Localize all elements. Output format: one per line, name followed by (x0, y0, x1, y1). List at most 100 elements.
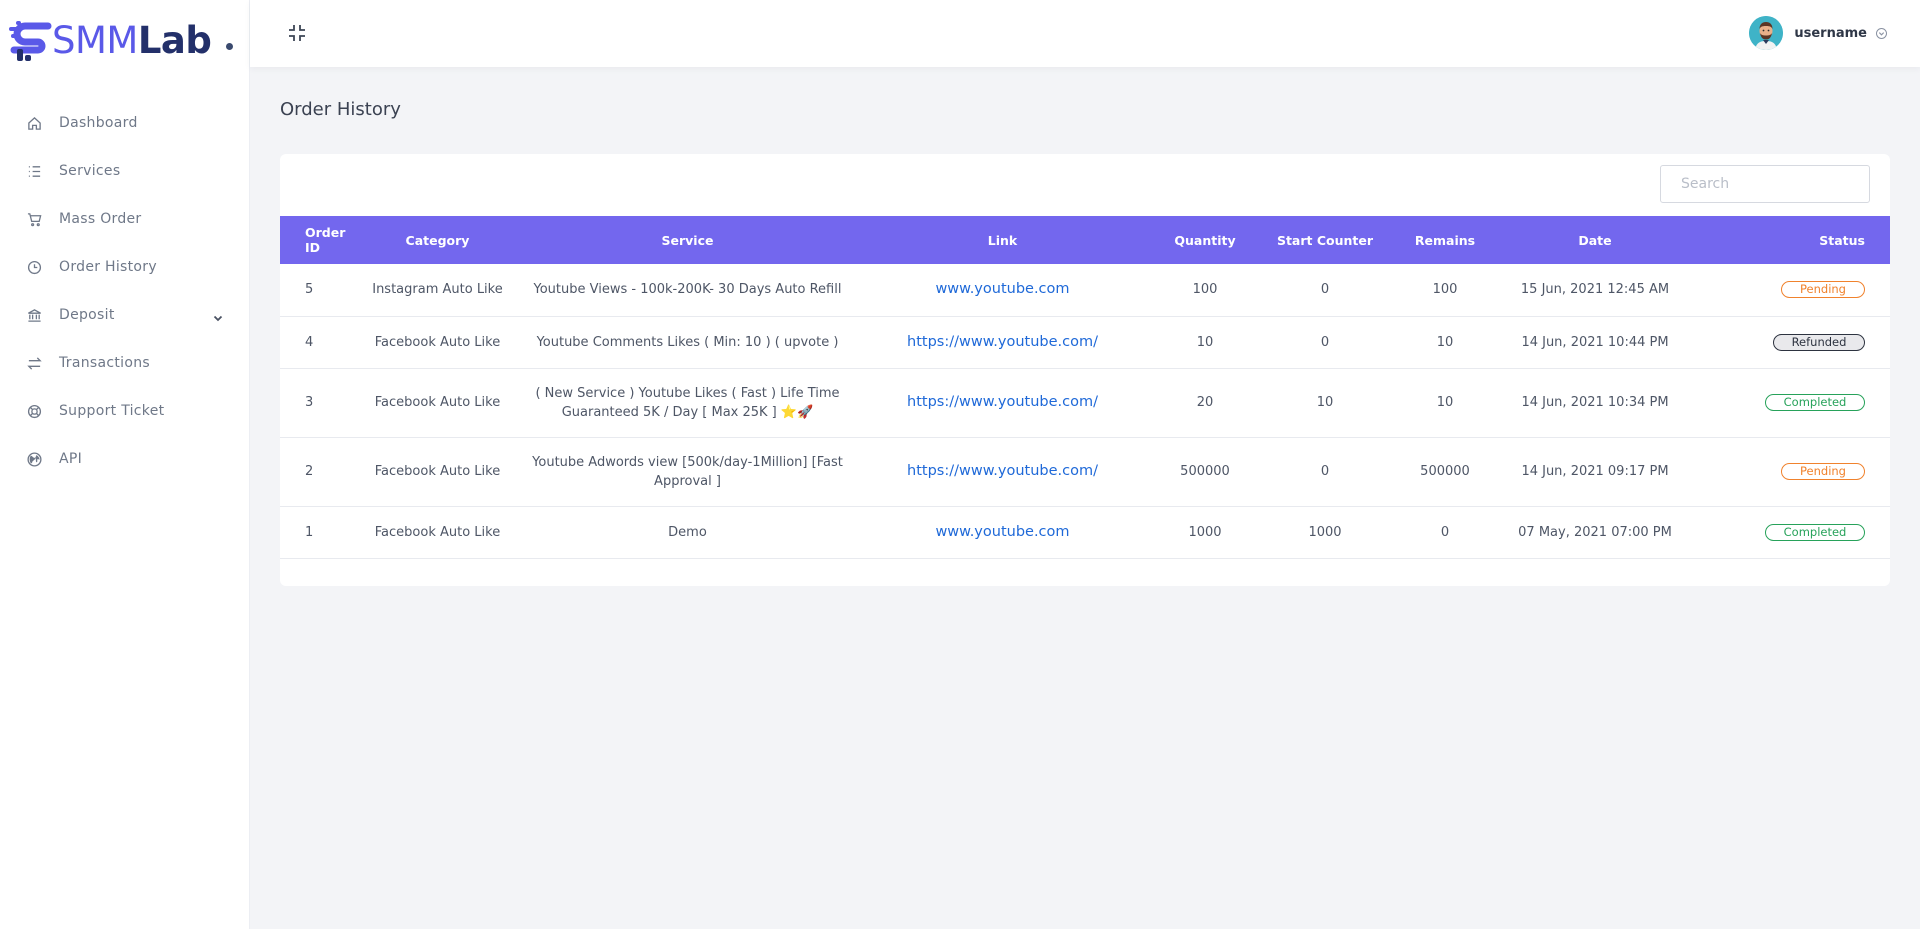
order-remains: 10 (1385, 368, 1505, 438)
status-badge: Completed (1765, 523, 1865, 541)
avatar (1749, 16, 1784, 50)
topbar: username (250, 0, 1920, 67)
order-quantity: 10 (1145, 316, 1265, 369)
order-category: Instagram Auto Like (360, 264, 515, 317)
exchange-icon (26, 355, 42, 371)
order-id: 1 (280, 506, 360, 559)
order-service: ( New Service ) Youtube Likes ( Fast ) L… (515, 368, 860, 438)
lifebuoy-icon (26, 403, 42, 419)
sidebar-item-mass-order[interactable]: Mass Order (0, 195, 249, 243)
order-start-counter: 10 (1265, 368, 1385, 438)
order-link[interactable]: www.youtube.com (935, 524, 1069, 540)
order-category: Facebook Auto Like (360, 437, 515, 507)
column-header[interactable]: Category (360, 216, 515, 264)
search-input[interactable] (1660, 165, 1870, 203)
order-link[interactable]: https://www.youtube.com/ (907, 334, 1098, 350)
logo-lab: Lab (137, 18, 212, 62)
orders-table: Order ID Category Service Link Quantity … (280, 216, 1890, 559)
sidebar-item-services[interactable]: Services (0, 147, 249, 195)
globe-icon (26, 451, 42, 467)
column-header[interactable]: Link (860, 216, 1145, 264)
table-row: 1 Facebook Auto Like Demo www.youtube.co… (280, 506, 1890, 559)
order-status-cell: Completed (1685, 506, 1890, 559)
order-status-cell: Refunded (1685, 316, 1890, 369)
collapse-icon[interactable] (286, 22, 308, 44)
order-date: 07 May, 2021 07:00 PM (1505, 506, 1685, 559)
order-status-cell: Pending (1685, 264, 1890, 317)
status-badge: Pending (1781, 463, 1865, 480)
order-remains: 0 (1385, 506, 1505, 559)
status-badge: Pending (1781, 281, 1865, 299)
column-header[interactable]: Quantity (1145, 216, 1265, 264)
sidebar-item-deposit[interactable]: Deposit (0, 291, 249, 339)
table-row: 4 Facebook Auto Like Youtube Comments Li… (280, 316, 1890, 369)
order-category: Facebook Auto Like (360, 368, 515, 438)
status-badge: Completed (1765, 394, 1865, 411)
column-header[interactable]: Status (1685, 216, 1890, 264)
order-quantity: 100 (1145, 264, 1265, 317)
sidebar-item-label: Support Ticket (59, 403, 165, 419)
sidebar-item-transactions[interactable]: Transactions (0, 339, 249, 387)
column-header[interactable]: Remains (1385, 216, 1505, 264)
order-category: Facebook Auto Like (360, 506, 515, 559)
user-menu[interactable]: username (1749, 16, 1887, 50)
sidebar-item-api[interactable]: API (0, 435, 249, 483)
order-start-counter: 0 (1265, 264, 1385, 317)
order-id: 5 (280, 264, 360, 317)
order-service: Youtube Adwords view [500k/day-1Million]… (515, 437, 860, 507)
orders-card: Order ID Category Service Link Quantity … (280, 154, 1890, 586)
sidebar-item-label: Mass Order (59, 211, 142, 227)
status-badge: Refunded (1773, 333, 1865, 351)
sidebar-item-label: Services (59, 163, 121, 179)
order-remains: 500000 (1385, 437, 1505, 507)
column-header[interactable]: Start Counter (1265, 216, 1385, 264)
chevron-down-icon (1876, 27, 1887, 39)
sidebar-item-label: Order History (59, 259, 157, 275)
chevron-down-icon[interactable] (213, 308, 223, 327)
order-start-counter: 0 (1265, 316, 1385, 369)
order-link[interactable]: www.youtube.com (935, 281, 1069, 297)
username: username (1794, 25, 1867, 41)
logo-smm: SMM (52, 18, 138, 62)
order-status-cell: Completed (1685, 368, 1890, 438)
sidebar-item-label: API (59, 451, 83, 467)
order-category: Facebook Auto Like (360, 316, 515, 369)
order-link[interactable]: https://www.youtube.com/ (907, 463, 1098, 479)
logo-mark-icon (8, 18, 52, 62)
order-date: 14 Jun, 2021 09:17 PM (1505, 437, 1685, 507)
sidebar-item-label: Transactions (59, 355, 150, 371)
order-id: 3 (280, 368, 360, 438)
order-link-cell: https://www.youtube.com/ (860, 316, 1145, 369)
clock-icon (26, 259, 42, 275)
list-icon (26, 163, 42, 179)
order-link-cell: www.youtube.com (860, 264, 1145, 317)
order-link-cell: https://www.youtube.com/ (860, 437, 1145, 507)
sidebar-item-order-history[interactable]: Order History (0, 243, 249, 291)
sidebar-item-label: Deposit (59, 307, 115, 323)
column-header[interactable]: Date (1505, 216, 1685, 264)
order-date: 15 Jun, 2021 12:45 AM (1505, 264, 1685, 317)
logo-dot (226, 42, 234, 50)
order-service: Demo (515, 506, 860, 559)
column-header[interactable]: Order ID (280, 216, 360, 264)
table-header-row: Order ID Category Service Link Quantity … (280, 216, 1890, 264)
sidebar-item-dashboard[interactable]: Dashboard (0, 99, 249, 147)
logo-text: SMMLab (52, 18, 212, 62)
order-service: Youtube Comments Likes ( Min: 10 ) ( upv… (515, 316, 860, 369)
logo[interactable]: SMMLab (8, 16, 234, 64)
sidebar-item-support-ticket[interactable]: Support Ticket (0, 387, 249, 435)
order-link[interactable]: https://www.youtube.com/ (907, 394, 1098, 410)
order-id: 4 (280, 316, 360, 369)
order-quantity: 1000 (1145, 506, 1265, 559)
cart-icon (26, 211, 42, 227)
column-header[interactable]: Service (515, 216, 860, 264)
sidebar-item-label: Dashboard (59, 115, 138, 131)
order-remains: 10 (1385, 316, 1505, 369)
order-status-cell: Pending (1685, 437, 1890, 507)
table-row: 3 Facebook Auto Like ( New Service ) You… (280, 368, 1890, 438)
home-icon (26, 115, 42, 131)
order-date: 14 Jun, 2021 10:44 PM (1505, 316, 1685, 369)
order-service: Youtube Views - 100k-200K- 30 Days Auto … (515, 264, 860, 317)
order-start-counter: 1000 (1265, 506, 1385, 559)
order-remains: 100 (1385, 264, 1505, 317)
